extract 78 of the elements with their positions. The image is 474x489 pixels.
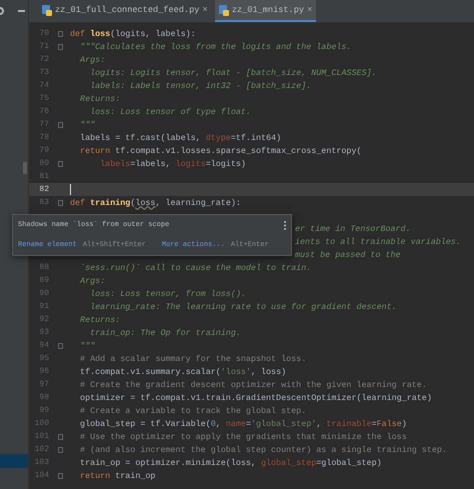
line-number: 91 <box>38 302 50 311</box>
line-number: 78 <box>38 133 50 142</box>
line-number: 80 <box>38 159 50 168</box>
code-line: # Create the gradient descent optimizer with the given learning rate. <box>79 380 427 390</box>
code-line: """ <box>79 120 96 130</box>
code-line: # (and also increment the global step counter) as a single training step. <box>79 444 447 454</box>
line-number: 93 <box>38 328 50 337</box>
file-tab[interactable]: zz_01_full_connected_feed.py × <box>38 0 212 22</box>
python-file-icon <box>42 4 52 16</box>
line-number: 76 <box>38 107 50 116</box>
line-number: 74 <box>38 81 50 90</box>
code-line: train_op: The Op for training. <box>89 328 241 338</box>
fold-marker-icon[interactable] <box>58 30 63 36</box>
fold-marker-icon[interactable] <box>58 160 63 166</box>
code-line: def loss(logits, labels): <box>70 28 196 38</box>
line-number: 94 <box>38 341 50 350</box>
fold-marker-icon[interactable] <box>58 200 63 206</box>
fold-marker-icon[interactable] <box>58 472 63 478</box>
line-number: 99 <box>38 406 50 415</box>
line-number: 77 <box>38 120 50 129</box>
line-number: 104 <box>34 471 50 480</box>
code-line: `sess.run()` call to cause the model to train. <box>79 262 312 272</box>
line-number: 89 <box>38 276 50 285</box>
code-line: Returns: <box>79 314 120 324</box>
code-line: loss: Loss tensor of type float. <box>89 106 251 116</box>
fold-marker-icon[interactable] <box>58 44 63 50</box>
line-number: 72 <box>38 55 50 64</box>
code-line: """ <box>79 340 96 350</box>
code-line: return train_op <box>79 470 156 480</box>
line-number: 97 <box>38 380 50 389</box>
code-line: er time in TensorBoard. <box>295 224 411 234</box>
line-number: 98 <box>38 393 50 402</box>
code-line: # Use the optimizer to apply the gradients that minimize the loss <box>79 432 407 442</box>
code-line: """Calculates the loss from the logits and the labels. <box>79 42 352 52</box>
line-number: 102 <box>34 445 50 454</box>
line-number: 75 <box>38 94 50 103</box>
line-number: 92 <box>38 315 50 324</box>
code-line: labels: Labels tensor, int32 - [batch_size]. <box>89 80 312 90</box>
line-number: 73 <box>38 68 50 77</box>
code-line: loss: Loss tensor, from loss(). <box>89 288 246 298</box>
fold-marker-icon[interactable] <box>58 342 63 348</box>
line-number: 100 <box>34 419 50 428</box>
code-line: optimizer = tf.compat.v1.train.GradientDescentOptimizer(learning_rate) <box>79 392 432 402</box>
line-number: 79 <box>38 146 50 155</box>
fold-marker-icon[interactable] <box>58 122 63 128</box>
file-tab[interactable]: zz_01_mnist.py × <box>214 0 316 22</box>
line-number: 70 <box>38 29 50 38</box>
code-line: Returns: <box>79 94 120 104</box>
line-number: 95 <box>38 354 50 363</box>
line-number: 88 <box>38 263 50 272</box>
text-cursor <box>70 184 71 195</box>
code-line: ients to all trainable variables. <box>295 236 461 246</box>
code-line: Args: <box>78 54 106 64</box>
code-line: labels=labels, logits=logits) <box>99 158 246 168</box>
line-number: 82 <box>38 185 50 194</box>
line-number: 103 <box>34 458 50 467</box>
line-number: 71 <box>38 42 50 51</box>
code-line: Args: <box>78 276 106 286</box>
code-line: return tf.compat.v1.losses.sparse_softmax_cross_entropy( <box>79 146 362 156</box>
fold-marker-icon[interactable] <box>58 446 63 452</box>
code-line: labels = tf.cast(labels, dtype=tf.int64) <box>79 132 282 142</box>
code-line: must be passed to the <box>295 250 401 260</box>
code-line: logits: Logits tensor, float - [batch_size, NUM_CLASSES]. <box>89 68 377 78</box>
code-line: global_step = tf.Variable(0, name='global_step', trainable=False) <box>79 418 407 428</box>
code-line: train_op = optimizer.minimize(loss, global_step=global_step) <box>79 458 382 468</box>
line-number: 90 <box>38 289 50 298</box>
line-number: 81 <box>38 172 50 181</box>
python-file-icon <box>218 4 229 16</box>
code-line: # Add a scalar summary for the snapshot loss. <box>79 354 306 364</box>
fold-marker-icon[interactable] <box>58 434 63 440</box>
code-line: def training(loss, learning_rate): <box>70 198 241 208</box>
line-number: 101 <box>34 432 50 441</box>
line-number: 96 <box>38 367 50 376</box>
selected-row <box>0 454 28 468</box>
code-line: # Create a variable to track the global step. <box>79 406 306 416</box>
line-number: 83 <box>38 198 50 207</box>
code-line: learning_rate: The learning rate to use for gradient descent. <box>89 302 397 312</box>
code-line: tf.compat.v1.summary.scalar('loss', loss) <box>79 366 286 376</box>
